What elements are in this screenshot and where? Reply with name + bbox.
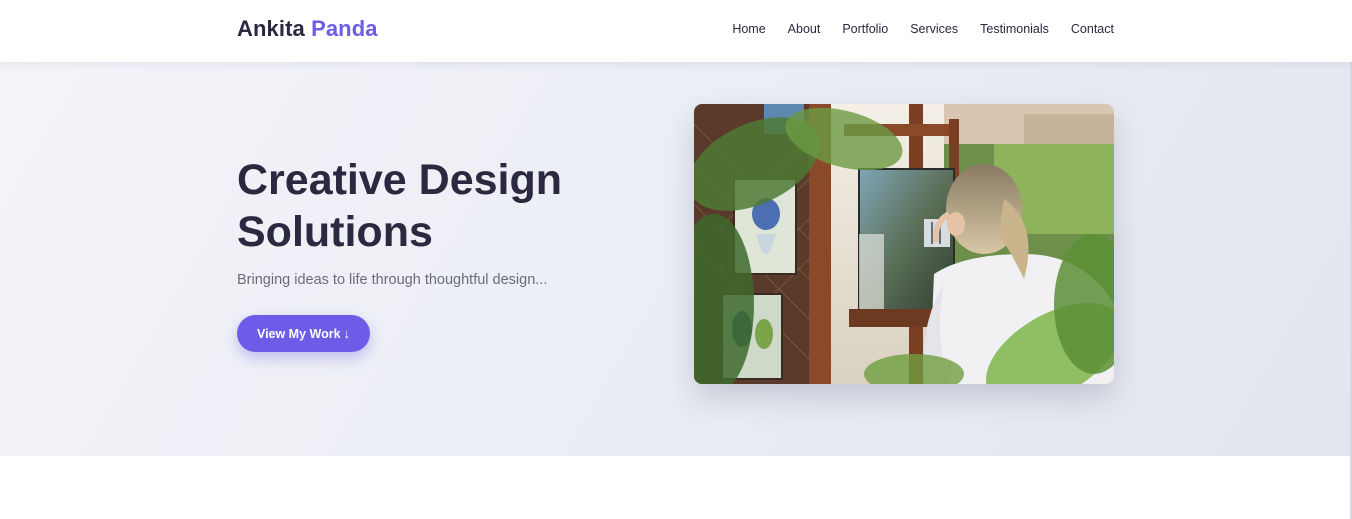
arrow-down-icon: ↓ xyxy=(343,326,351,341)
nav-services-link[interactable]: Services xyxy=(910,21,958,37)
nav-portfolio-link[interactable]: Portfolio xyxy=(842,21,888,37)
nav-about-link[interactable]: About xyxy=(788,21,821,37)
logo-first-name: Ankita xyxy=(237,16,305,41)
hero-section: Creative Design Solutions Bringing ideas… xyxy=(0,62,1352,456)
logo-last-name: Panda xyxy=(311,16,378,41)
main-nav: Home About Portfolio Services Testimonia… xyxy=(710,21,1114,37)
navbar: Ankita Panda Home About Portfolio Servic… xyxy=(0,0,1352,62)
site-logo[interactable]: Ankita Panda xyxy=(237,16,378,42)
view-my-work-button[interactable]: View My Work ↓ xyxy=(237,315,370,352)
nav-testimonials-link[interactable]: Testimonials xyxy=(980,21,1049,37)
view-my-work-label: View My Work xyxy=(256,326,341,341)
artist-painting-image xyxy=(694,104,1114,384)
hero-image xyxy=(694,104,1114,384)
hero-title: Creative Design Solutions xyxy=(237,156,563,256)
hero-subtitle: Bringing ideas to life through thoughtfu… xyxy=(237,272,548,288)
nav-home-link[interactable]: Home xyxy=(732,21,765,37)
nav-contact-link[interactable]: Contact xyxy=(1071,21,1114,37)
